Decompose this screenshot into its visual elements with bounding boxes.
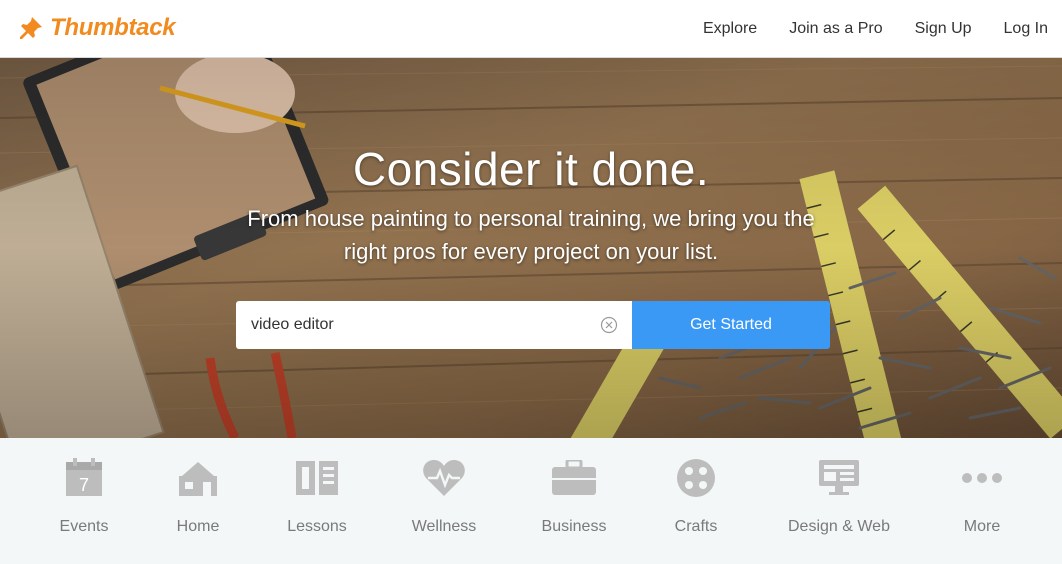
- category-crafts[interactable]: Crafts: [636, 456, 756, 552]
- calendar-day: 7: [79, 475, 89, 495]
- clear-circle-icon[interactable]: [600, 316, 618, 334]
- top-header: Thumbtack Explore Join as a Pro Sign Up …: [0, 0, 1062, 58]
- category-lessons[interactable]: Lessons: [257, 456, 377, 552]
- ellipsis-icon: [962, 473, 1002, 483]
- house-icon: [179, 462, 217, 496]
- brand-name: Thumbtack: [50, 14, 176, 41]
- category-bar: 7 Events Home Lessons Wellness Business …: [0, 438, 1062, 564]
- category-design-web[interactable]: Design & Web: [779, 456, 899, 552]
- briefcase-icon: [552, 460, 596, 495]
- nav-sign-up-link[interactable]: Sign Up: [915, 20, 972, 38]
- top-nav: Explore Join as a Pro Sign Up Log In: [671, 0, 1048, 58]
- hero-subtitle: From house painting to personal training…: [247, 206, 815, 264]
- category-wellness[interactable]: Wellness: [384, 456, 504, 552]
- palette-icon: [677, 459, 715, 497]
- category-label: Events: [59, 518, 109, 535]
- category-label: Home: [176, 518, 220, 535]
- calendar-icon: 7: [66, 458, 102, 496]
- nav-join-pro-link[interactable]: Join as a Pro: [789, 20, 882, 38]
- thumbtack-logo[interactable]: Thumbtack: [18, 12, 176, 44]
- service-search-form: Get Started: [236, 301, 830, 349]
- category-home[interactable]: Home: [138, 456, 258, 552]
- category-label: Business: [541, 518, 607, 535]
- monitor-icon: [819, 460, 859, 495]
- hero-banner: Consider it done. From house painting to…: [0, 58, 1062, 438]
- heart-pulse-icon: [423, 460, 465, 496]
- pushpin-icon: [20, 17, 42, 39]
- nav-log-in-link[interactable]: Log In: [1004, 20, 1048, 38]
- category-more[interactable]: More: [922, 456, 1042, 552]
- search-box: [236, 301, 632, 349]
- category-business[interactable]: Business: [514, 456, 634, 552]
- book-icon: [296, 461, 338, 495]
- category-label: Lessons: [287, 518, 347, 535]
- get-started-button[interactable]: Get Started: [632, 301, 830, 349]
- category-events[interactable]: 7 Events: [24, 456, 144, 552]
- nav-explore-link[interactable]: Explore: [703, 20, 757, 38]
- service-search-input[interactable]: [236, 301, 632, 349]
- category-label: Design & Web: [788, 518, 890, 535]
- category-label: Wellness: [411, 518, 477, 535]
- category-label: More: [963, 518, 1001, 535]
- hero-title: Consider it done.: [352, 143, 710, 195]
- category-label: Crafts: [674, 518, 718, 535]
